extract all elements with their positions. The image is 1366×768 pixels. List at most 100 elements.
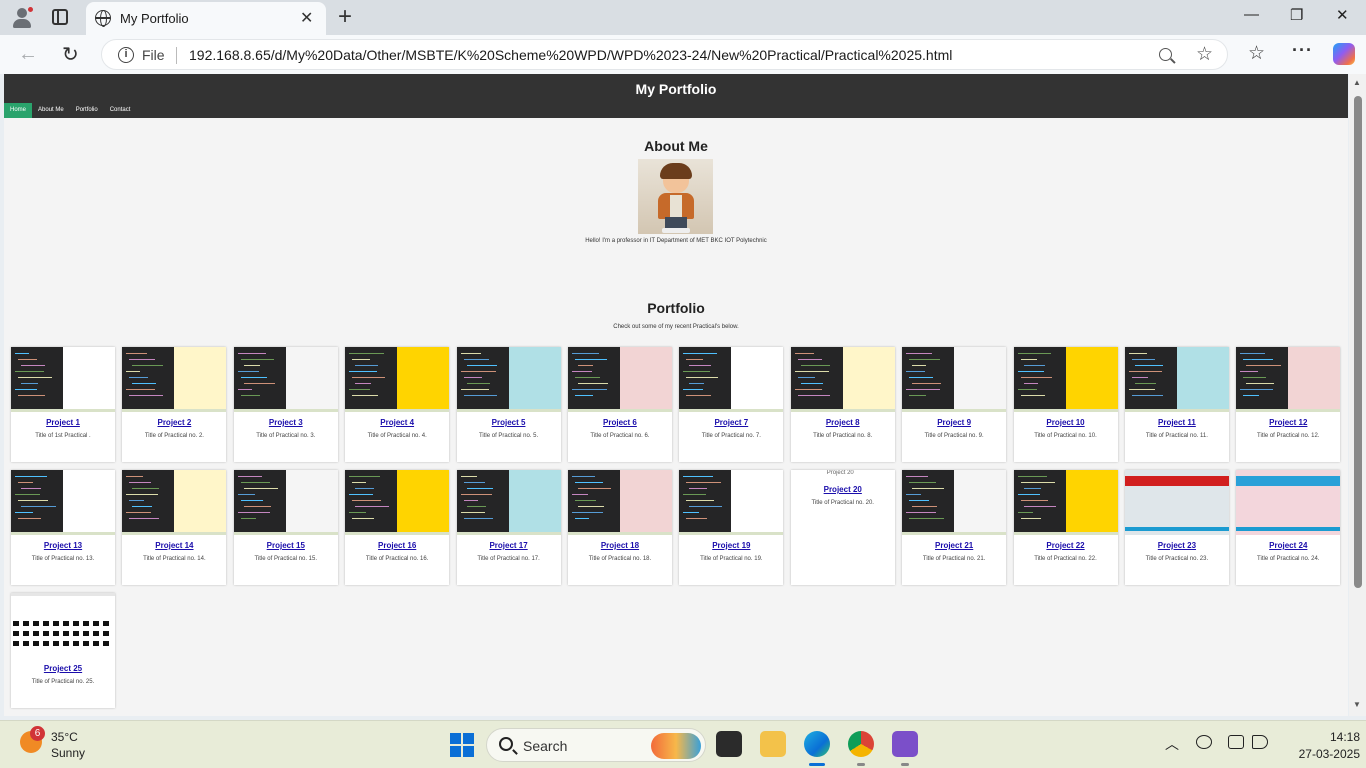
project-card: Project 20 Project 20 Title of Practical n… bbox=[790, 470, 895, 585]
project-card: Project 8 Title of Practical no. 8. bbox=[790, 347, 895, 462]
address-bar[interactable]: i File 192.168.8.65/d/My%20Data/Other/MS… bbox=[101, 39, 1228, 70]
project-thumbnail bbox=[790, 347, 895, 412]
browser-tab-active[interactable]: My Portfolio ✕ bbox=[86, 2, 326, 35]
task-view-icon[interactable] bbox=[716, 731, 742, 757]
project-link[interactable]: Project 1 bbox=[11, 418, 115, 427]
tab-close-icon[interactable]: ✕ bbox=[300, 8, 313, 28]
project-link[interactable]: Project 17 bbox=[457, 541, 561, 550]
edge-browser-icon[interactable] bbox=[804, 731, 830, 757]
favorites-icon[interactable]: ☆ bbox=[1248, 42, 1265, 65]
volume-icon[interactable] bbox=[1252, 735, 1268, 749]
scrollbar-thumb[interactable] bbox=[1354, 96, 1362, 588]
file-explorer-icon[interactable] bbox=[760, 731, 786, 757]
thumbnail-code-editor bbox=[233, 470, 286, 535]
project-link[interactable]: Project 12 bbox=[1236, 418, 1340, 427]
thumbnail-code-line bbox=[794, 371, 829, 372]
project-thumbnail bbox=[1236, 347, 1341, 412]
project-link[interactable]: Project 13 bbox=[11, 541, 115, 550]
clock-time[interactable]: 14:18 bbox=[1300, 730, 1360, 744]
close-window-button[interactable]: ✕ bbox=[1336, 6, 1349, 24]
project-link[interactable]: Project 15 bbox=[234, 541, 338, 550]
zoom-icon[interactable] bbox=[1159, 48, 1172, 61]
thumbnail-code-line bbox=[906, 353, 933, 354]
tab-actions-icon[interactable] bbox=[52, 9, 68, 25]
project-link[interactable]: Project 6 bbox=[568, 418, 672, 427]
info-icon[interactable]: i bbox=[118, 47, 134, 63]
thumbnail-code-line bbox=[21, 365, 45, 366]
project-link[interactable]: Project 18 bbox=[568, 541, 672, 550]
thumbnail-preview-pane bbox=[954, 347, 1007, 412]
clock-date[interactable]: 27-03-2025 bbox=[1290, 747, 1360, 761]
thumbnail-taskbar bbox=[1236, 409, 1341, 412]
thumbnail-code-line bbox=[800, 383, 823, 384]
network-off-icon[interactable] bbox=[1196, 735, 1212, 749]
thumbnail-taskbar bbox=[122, 532, 227, 535]
chrome-icon[interactable] bbox=[848, 731, 874, 757]
weather-description[interactable]: Sunny bbox=[51, 746, 85, 760]
thumbnail-code-line bbox=[912, 506, 938, 507]
display-icon[interactable] bbox=[1228, 735, 1244, 749]
minimize-button[interactable]: — bbox=[1244, 6, 1259, 23]
thumbnail-code-editor bbox=[456, 347, 509, 412]
project-link[interactable]: Project 10 bbox=[1014, 418, 1118, 427]
thumbnail-code-line bbox=[797, 395, 830, 396]
thumbnail-code-editor bbox=[233, 347, 286, 412]
nav-portfolio[interactable]: Portfolio bbox=[70, 103, 104, 118]
project-thumbnail bbox=[345, 347, 450, 412]
project-link[interactable]: Project 2 bbox=[122, 418, 226, 427]
windows-start-icon[interactable] bbox=[450, 733, 474, 757]
project-link[interactable]: Project 20 bbox=[791, 485, 895, 494]
project-link[interactable]: Project 14 bbox=[122, 541, 226, 550]
nav-home[interactable]: Home bbox=[4, 103, 33, 118]
thumbnail-content-row bbox=[13, 621, 113, 626]
page-scrollbar[interactable]: ▲ ▼ bbox=[1349, 74, 1366, 716]
thumbnail-taskbar bbox=[233, 532, 338, 535]
favorite-star-icon[interactable]: ☆ bbox=[1196, 43, 1213, 66]
nav-about-me[interactable]: About Me bbox=[32, 103, 70, 118]
project-link[interactable]: Project 22 bbox=[1014, 541, 1118, 550]
tray-overflow-icon[interactable]: ︿ bbox=[1165, 734, 1179, 754]
thumbnail-code-line bbox=[1020, 395, 1045, 396]
project-link[interactable]: Project 9 bbox=[902, 418, 1006, 427]
copilot-icon[interactable] bbox=[1333, 43, 1355, 65]
thumbnail-taskbar bbox=[567, 532, 672, 535]
weather-temperature[interactable]: 35°C bbox=[51, 730, 78, 744]
project-description: Title of Practical no. 3. bbox=[256, 433, 316, 439]
project-thumbnail bbox=[233, 470, 338, 535]
project-link[interactable]: Project 24 bbox=[1236, 541, 1340, 550]
reload-button[interactable]: ↻ bbox=[62, 42, 79, 67]
search-highlight-icon bbox=[651, 733, 701, 759]
more-menu-icon[interactable]: ··· bbox=[1292, 40, 1313, 61]
new-tab-button[interactable]: + bbox=[338, 3, 352, 31]
thumbnail-code-line bbox=[463, 500, 478, 501]
thumbnail-taskbar bbox=[679, 532, 784, 535]
nav-contact[interactable]: Contact bbox=[104, 103, 137, 118]
project-link[interactable]: Project 11 bbox=[1125, 418, 1229, 427]
project-link[interactable]: Project 16 bbox=[345, 541, 449, 550]
restore-button[interactable]: ❐ bbox=[1290, 6, 1303, 24]
thumbnail-code-editor bbox=[567, 470, 620, 535]
project-link[interactable]: Project 21 bbox=[902, 541, 1006, 550]
back-button[interactable]: ← bbox=[18, 43, 38, 66]
scroll-up-icon[interactable]: ▲ bbox=[1353, 78, 1361, 87]
project-link[interactable]: Project 23 bbox=[1125, 541, 1229, 550]
project-link[interactable]: Project 5 bbox=[457, 418, 561, 427]
project-description: Title of Practical no. 8. bbox=[813, 433, 873, 439]
thumbnail-preview-pane bbox=[619, 347, 672, 412]
project-link[interactable]: Project 4 bbox=[345, 418, 449, 427]
project-card: Project 9 Title of Practical no. 9. bbox=[902, 347, 1007, 462]
project-link[interactable]: Project 3 bbox=[234, 418, 338, 427]
taskbar-search[interactable]: Search bbox=[486, 728, 706, 762]
scroll-down-icon[interactable]: ▼ bbox=[1353, 700, 1361, 709]
project-link[interactable]: Project 19 bbox=[679, 541, 783, 550]
project-description: Title of Practical no. 9. bbox=[924, 433, 984, 439]
profile-icon[interactable] bbox=[10, 6, 34, 30]
url-text[interactable]: 192.168.8.65/d/My%20Data/Other/MSBTE/K%2… bbox=[189, 47, 952, 63]
thumbnail-code-line bbox=[906, 494, 922, 495]
thumbnail-code-line bbox=[349, 353, 385, 354]
project-link[interactable]: Project 25 bbox=[11, 664, 115, 673]
project-link[interactable]: Project 8 bbox=[791, 418, 895, 427]
thumbnail-taskbar bbox=[1013, 532, 1118, 535]
project-link[interactable]: Project 7 bbox=[679, 418, 783, 427]
visual-studio-icon[interactable] bbox=[892, 731, 918, 757]
